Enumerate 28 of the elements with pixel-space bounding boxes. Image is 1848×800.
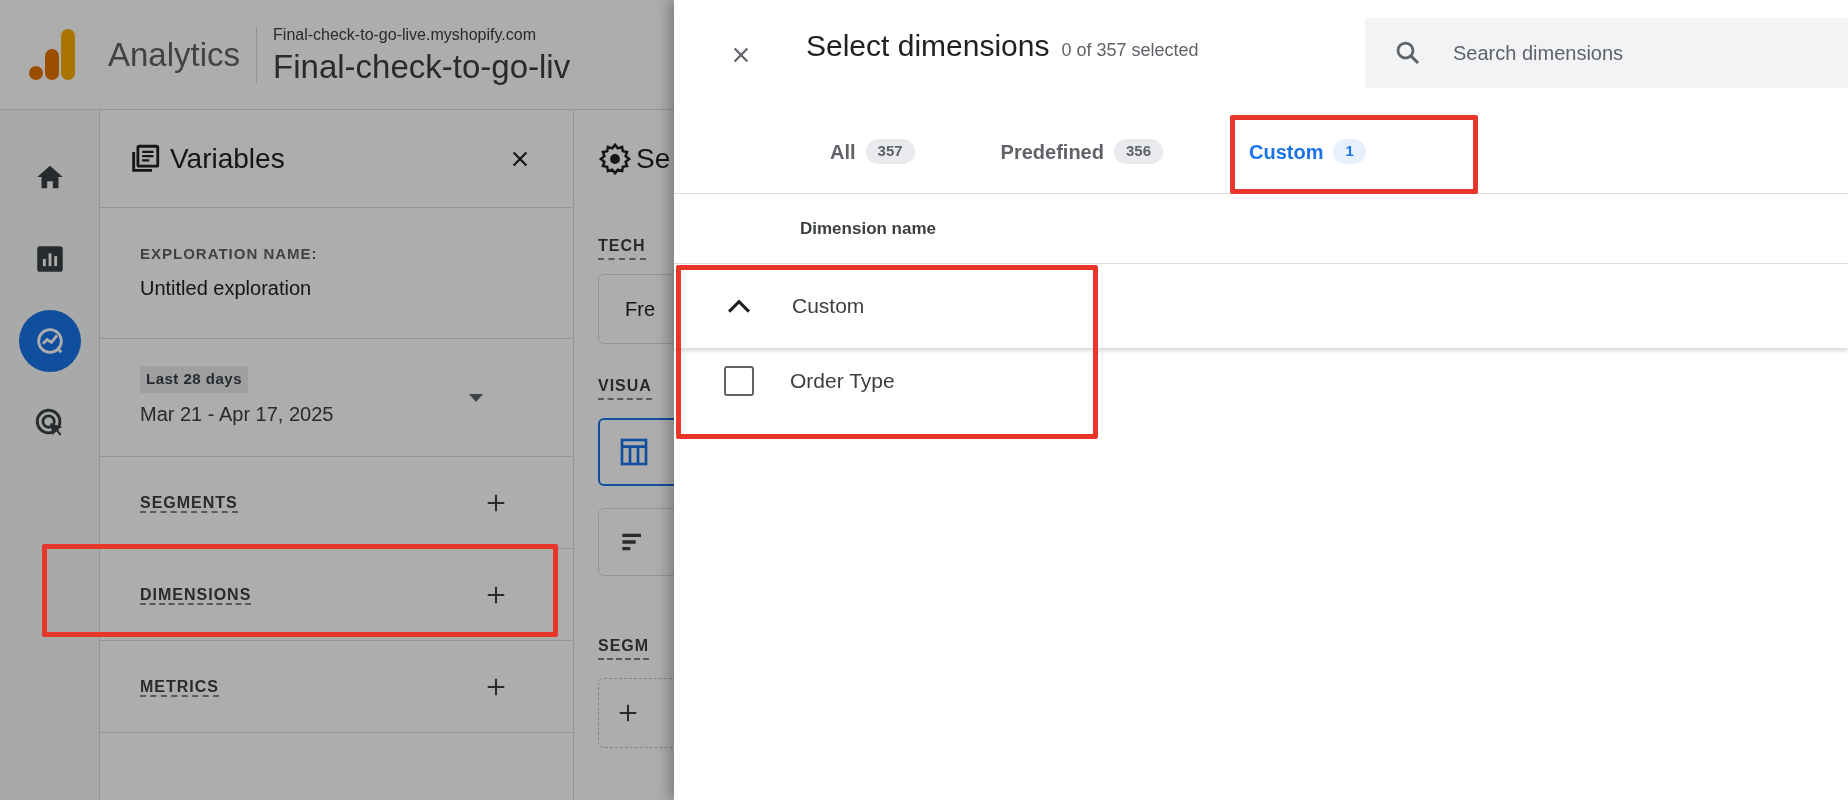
- date-chip: Last 28 days: [140, 366, 249, 393]
- section-label: TECH: [598, 234, 646, 260]
- selection-count: 0 of 357 selected: [1061, 38, 1199, 62]
- tab[interactable]: Predefined 356: [990, 130, 1173, 173]
- dimension-label: Order Type: [790, 368, 895, 395]
- count-badge: 357: [865, 139, 915, 164]
- count-badge: 356: [1113, 139, 1163, 164]
- property-name[interactable]: Final-check-to-go-liv: [273, 46, 571, 87]
- panel-title: Variables: [170, 141, 286, 176]
- group-label: Custom: [792, 293, 865, 320]
- exploration-name-field[interactable]: Untitled exploration: [140, 273, 312, 304]
- section-label: SEGMENTS: [140, 493, 238, 513]
- count-badge: 1: [1333, 139, 1366, 164]
- property-url: Final-check-to-go-live.myshopify.com: [273, 24, 537, 45]
- search-field[interactable]: Search dimensions: [1365, 18, 1848, 88]
- group-row[interactable]: Custom: [674, 264, 1848, 348]
- date-range[interactable]: Mar 21 - Apr 17, 2025: [140, 398, 469, 429]
- section-label: METRICS: [140, 677, 219, 697]
- panel-title: Se: [636, 142, 671, 176]
- section-label: VISUA: [598, 374, 652, 400]
- field-label: EXPLORATION NAME:: [140, 243, 319, 264]
- tab[interactable]: Custom 1: [1239, 130, 1376, 173]
- drawer-title: Select dimensions: [806, 27, 1050, 64]
- section-label: DIMENSIONS: [140, 585, 252, 605]
- section-label: SEGM: [598, 634, 650, 660]
- app-name: Analytics: [108, 34, 241, 75]
- tab[interactable]: All 357: [820, 130, 925, 173]
- column-header: Dimension name: [800, 217, 937, 240]
